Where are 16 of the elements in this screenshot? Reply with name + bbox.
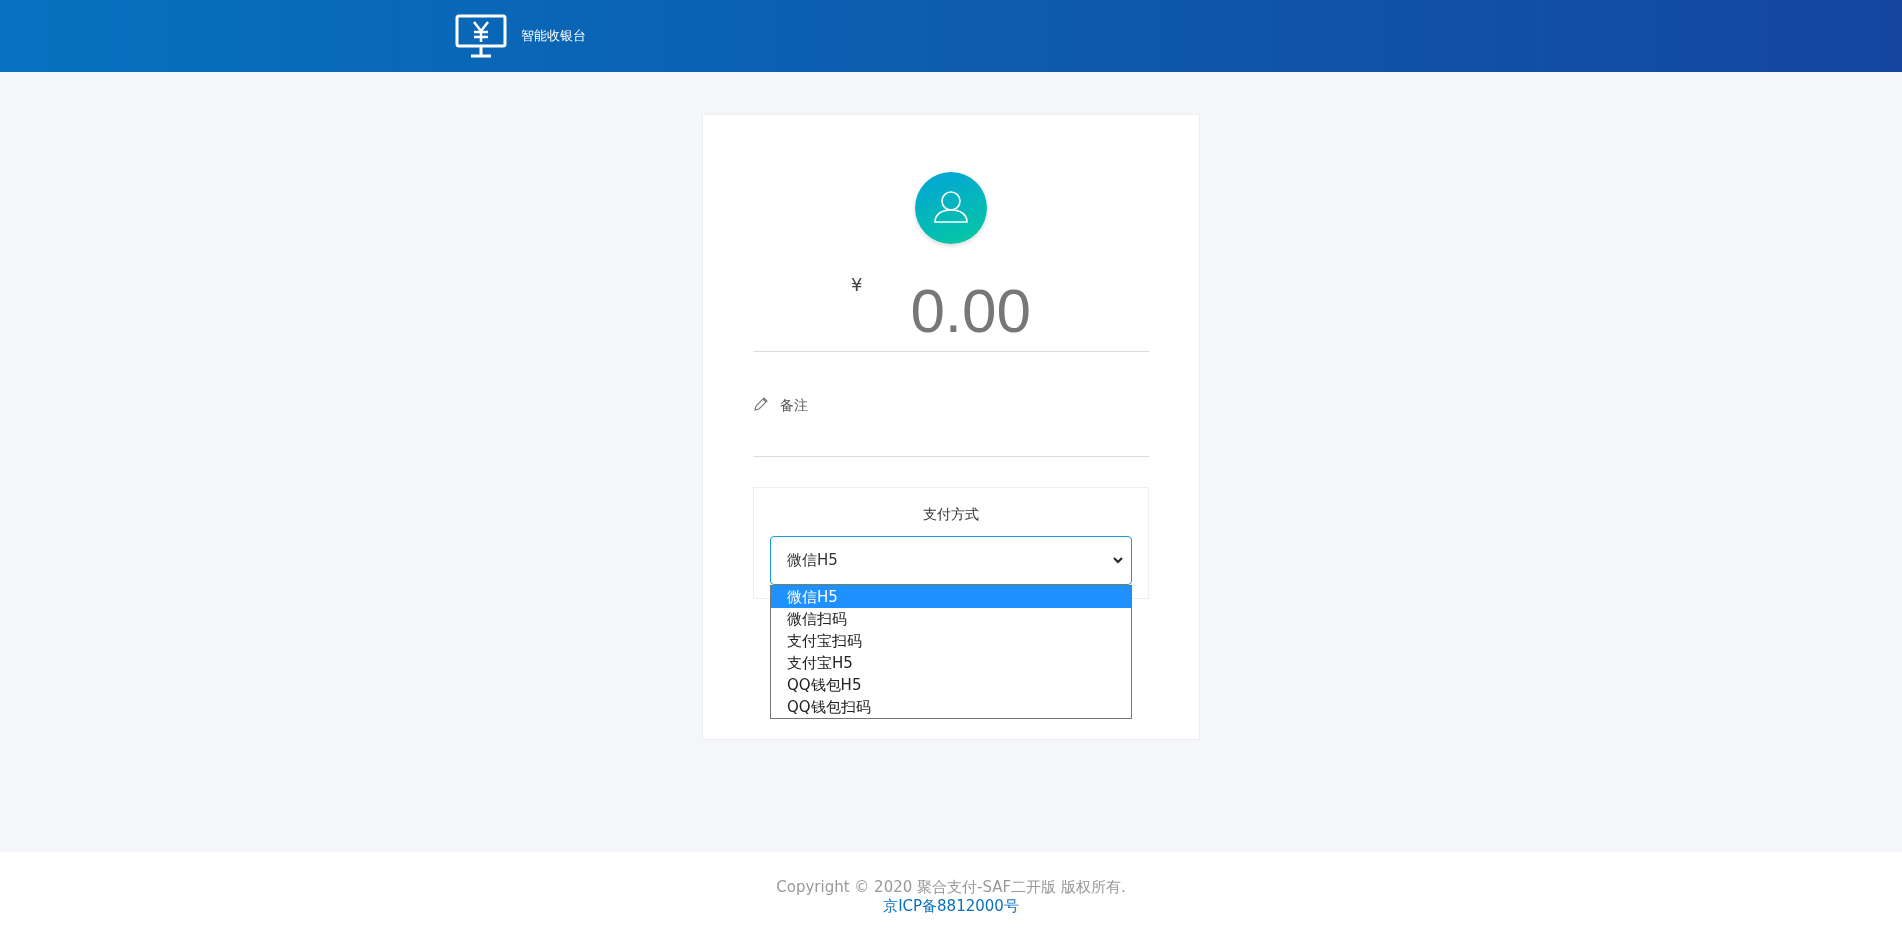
currency-symbol: ¥ xyxy=(850,274,863,295)
copyright-text: Copyright © 2020 聚合支付-SAF二开版 版权所有. xyxy=(776,878,1126,897)
user-avatar-icon xyxy=(915,172,987,244)
payment-option[interactable]: 支付宝扫码 xyxy=(771,630,1131,652)
payment-method-select[interactable]: 微信H5 xyxy=(770,536,1132,585)
amount-value[interactable]: 0.00 xyxy=(910,276,1032,345)
monitor-yen-icon xyxy=(455,14,507,58)
payment-option[interactable]: 微信扫码 xyxy=(771,608,1131,630)
payment-option[interactable]: QQ钱包扫码 xyxy=(771,696,1131,718)
payment-option[interactable]: 支付宝H5 xyxy=(771,652,1131,674)
payment-method-label: 支付方式 xyxy=(923,506,979,524)
chevron-down-icon xyxy=(1113,557,1123,564)
payment-option[interactable]: QQ钱包H5 xyxy=(771,674,1131,696)
pencil-icon xyxy=(753,397,768,412)
icp-link[interactable]: 京ICP备8812000号 xyxy=(883,897,1019,916)
app-title: 智能收银台 xyxy=(521,27,586,45)
